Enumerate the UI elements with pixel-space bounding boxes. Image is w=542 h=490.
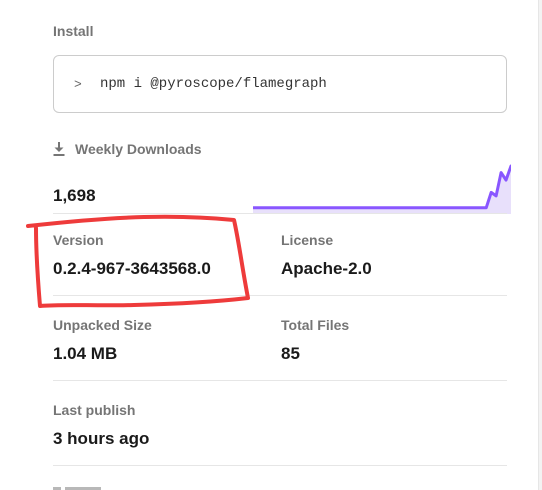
prompt-icon: >	[74, 76, 82, 92]
version-value: 0.2.4-967-3643568.0	[53, 259, 211, 278]
weekly-downloads-count: 1,698	[53, 186, 96, 205]
divider	[53, 295, 507, 296]
install-command[interactable]: npm i @pyroscope/flamegraph	[100, 76, 327, 92]
divider	[53, 380, 507, 381]
license-value: Apache-2.0	[281, 259, 372, 278]
license-label: License	[281, 232, 334, 248]
weekly-downloads-header: Weekly Downloads	[53, 141, 202, 157]
weekly-downloads-label: Weekly Downloads	[75, 141, 202, 157]
downloads-sparkline[interactable]	[253, 160, 511, 214]
total-files-label: Total Files	[281, 317, 350, 333]
install-command-box[interactable]: > npm i @pyroscope/flamegraph	[53, 55, 507, 113]
version-label: Version	[53, 232, 104, 248]
next-section-label-cutoff	[53, 482, 113, 490]
package-sidebar: Install > npm i @pyroscope/flamegraph We…	[0, 0, 542, 490]
unpacked-size-label: Unpacked Size	[53, 317, 152, 333]
scrollbar[interactable]	[538, 0, 542, 490]
divider	[53, 213, 507, 214]
install-label: Install	[53, 23, 94, 39]
download-icon	[53, 141, 65, 157]
sparkline-line	[253, 164, 511, 210]
unpacked-size-value: 1.04 MB	[53, 344, 118, 363]
last-publish-label: Last publish	[53, 402, 136, 418]
divider	[53, 465, 507, 466]
last-publish-value: 3 hours ago	[53, 429, 150, 448]
total-files-value: 85	[281, 344, 300, 363]
